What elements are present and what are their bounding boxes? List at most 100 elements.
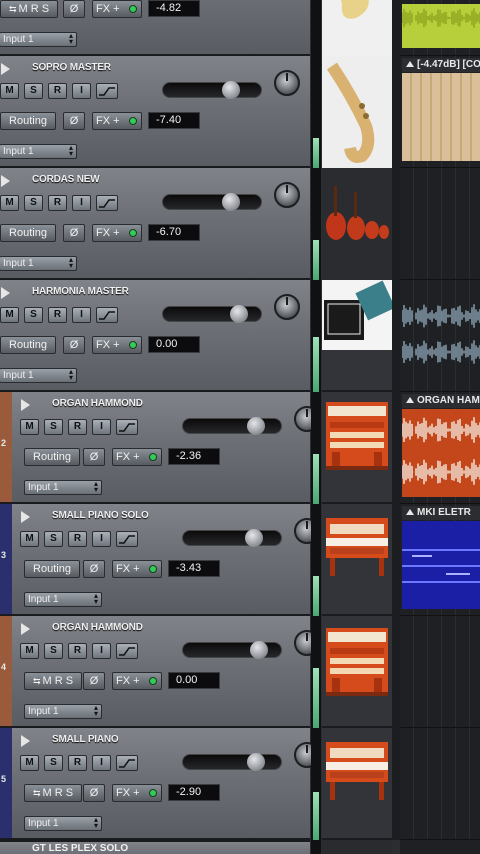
pan-knob[interactable] [274,294,300,320]
mute-button[interactable]: M [20,531,39,547]
automation-button[interactable] [116,419,138,435]
input-monitor-button[interactable]: I [92,643,111,659]
fx-button[interactable]: FX + [92,0,142,18]
input-selector[interactable]: Input 1 ▴ ▾ [0,256,77,271]
volume-readout[interactable]: -3.43 [168,560,220,577]
mute-button[interactable]: M [20,643,39,659]
record-button[interactable]: R [68,531,87,547]
record-button[interactable]: R [68,755,87,771]
fx-button[interactable]: FX + [112,448,162,466]
volume-readout[interactable]: 0.00 [148,336,200,353]
fx-button[interactable]: FX + [92,112,142,130]
arrange-lane[interactable]: MKI ELETR [400,504,480,616]
clip-header[interactable]: ORGAN HAMMO [402,394,480,408]
routing-button[interactable]: Routing [0,224,56,242]
audio-clip[interactable] [401,409,480,497]
fader-handle[interactable] [247,417,265,435]
automation-button[interactable] [116,755,138,771]
input-monitor-button[interactable]: I [72,307,91,323]
phase-invert-button[interactable]: Ø [63,336,85,354]
mrs-button[interactable]: ⇆ M R S [24,784,82,802]
solo-button[interactable]: S [24,195,43,211]
arrange-lane[interactable] [400,168,480,280]
input-selector[interactable]: Input 1 ▴ ▾ [0,32,77,47]
record-button[interactable]: R [48,83,67,99]
mute-button[interactable]: M [20,419,39,435]
fx-button[interactable]: FX + [92,336,142,354]
phase-invert-button[interactable]: Ø [63,224,85,242]
input-selector[interactable]: Input 1 ▴ ▾ [24,592,102,607]
arrange-lane[interactable] [400,280,480,392]
input-monitor-button[interactable]: I [92,531,111,547]
routing-button[interactable]: Routing [24,560,80,578]
record-button[interactable]: R [68,419,87,435]
audio-waveform[interactable] [401,300,480,380]
phase-invert-button[interactable]: Ø [83,672,105,690]
fx-button[interactable]: FX + [112,560,162,578]
expand-track-icon[interactable] [21,735,30,747]
input-selector[interactable]: Input 1 ▴ ▾ [24,816,102,831]
mute-button[interactable]: M [0,83,19,99]
solo-button[interactable]: S [24,307,43,323]
solo-button[interactable]: S [44,643,63,659]
footer-track[interactable]: GT LES PLEX SOLO [0,840,310,854]
phase-invert-button[interactable]: Ø [83,448,105,466]
automation-button[interactable] [116,531,138,547]
input-selector[interactable]: Input 1 ▴ ▾ [24,480,102,495]
record-button[interactable]: R [48,195,67,211]
pan-knob[interactable] [274,182,300,208]
solo-button[interactable]: S [44,419,63,435]
pan-knob[interactable] [274,70,300,96]
routing-button[interactable]: Routing [0,336,56,354]
arrange-lane[interactable]: [-4.47dB] [CORDA [400,56,480,168]
input-selector[interactable]: Input 1 ▴ ▾ [0,144,77,159]
audio-clip[interactable] [402,73,480,161]
track-row[interactable]: HARMONIA MASTER M S R I Routing Ø FX + 0.00 Input… [0,280,400,392]
fx-button[interactable]: FX + [112,672,162,690]
volume-fader[interactable] [182,417,282,435]
fx-button[interactable]: FX + [92,224,142,242]
track-row[interactable]: 2 ORGAN HAMMOND M S R I Routing Ø FX + -2.36 Input… [0,392,400,504]
expand-track-icon[interactable] [21,623,30,635]
fader-handle[interactable] [230,305,248,323]
clip-header[interactable]: MKI ELETR [402,506,480,520]
volume-readout[interactable]: -4.82 [148,0,200,17]
track-row[interactable]: SOPRO MASTER M S R I Routing Ø FX + -7.40 Input 1… [0,56,400,168]
fader-handle[interactable] [245,529,263,547]
midi-clip[interactable] [402,521,480,609]
arrange-lane[interactable] [400,0,480,56]
automation-button[interactable] [96,83,118,99]
automation-button[interactable] [96,195,118,211]
volume-readout[interactable]: 0.00 [168,672,220,689]
expand-track-icon[interactable] [1,175,10,187]
track-row[interactable]: 4 ORGAN HAMMOND M S R I ⇆ M R S Ø FX + 0.00 Input 1… [0,616,400,728]
volume-readout[interactable]: -2.90 [168,784,220,801]
audio-clip[interactable] [401,4,480,48]
volume-fader[interactable] [162,193,262,211]
arrange-lane[interactable] [400,616,480,728]
solo-button[interactable]: S [24,83,43,99]
fader-handle[interactable] [250,641,268,659]
volume-readout[interactable]: -2.36 [168,448,220,465]
fader-handle[interactable] [247,753,265,771]
routing-button[interactable]: Routing [24,448,80,466]
phase-invert-button[interactable]: Ø [63,0,85,18]
mute-button[interactable]: M [20,755,39,771]
mute-button[interactable]: M [0,195,19,211]
volume-readout[interactable]: -6.70 [148,224,200,241]
record-button[interactable]: R [68,643,87,659]
expand-track-icon[interactable] [21,399,30,411]
automation-button[interactable] [116,643,138,659]
clip-header[interactable]: [-4.47dB] [CORDA [402,58,480,72]
track-row[interactable]: MSRI⇆M R SØFX +-4.82Input 1▴▾ [0,0,400,56]
routing-button[interactable]: Routing [0,112,56,130]
track-row[interactable]: CORDAS NEW M S R I Routing Ø FX + -6.70 Input 1 ▴ ▾ [0,168,400,280]
automation-button[interactable] [96,307,118,323]
mute-button[interactable]: M [0,307,19,323]
volume-readout[interactable]: -7.40 [148,112,200,129]
fader-handle[interactable] [222,81,240,99]
input-monitor-button[interactable]: I [72,195,91,211]
fader-handle[interactable] [222,193,240,211]
mrs-button[interactable]: ⇆ M R S [24,672,82,690]
expand-track-icon[interactable] [1,287,10,299]
